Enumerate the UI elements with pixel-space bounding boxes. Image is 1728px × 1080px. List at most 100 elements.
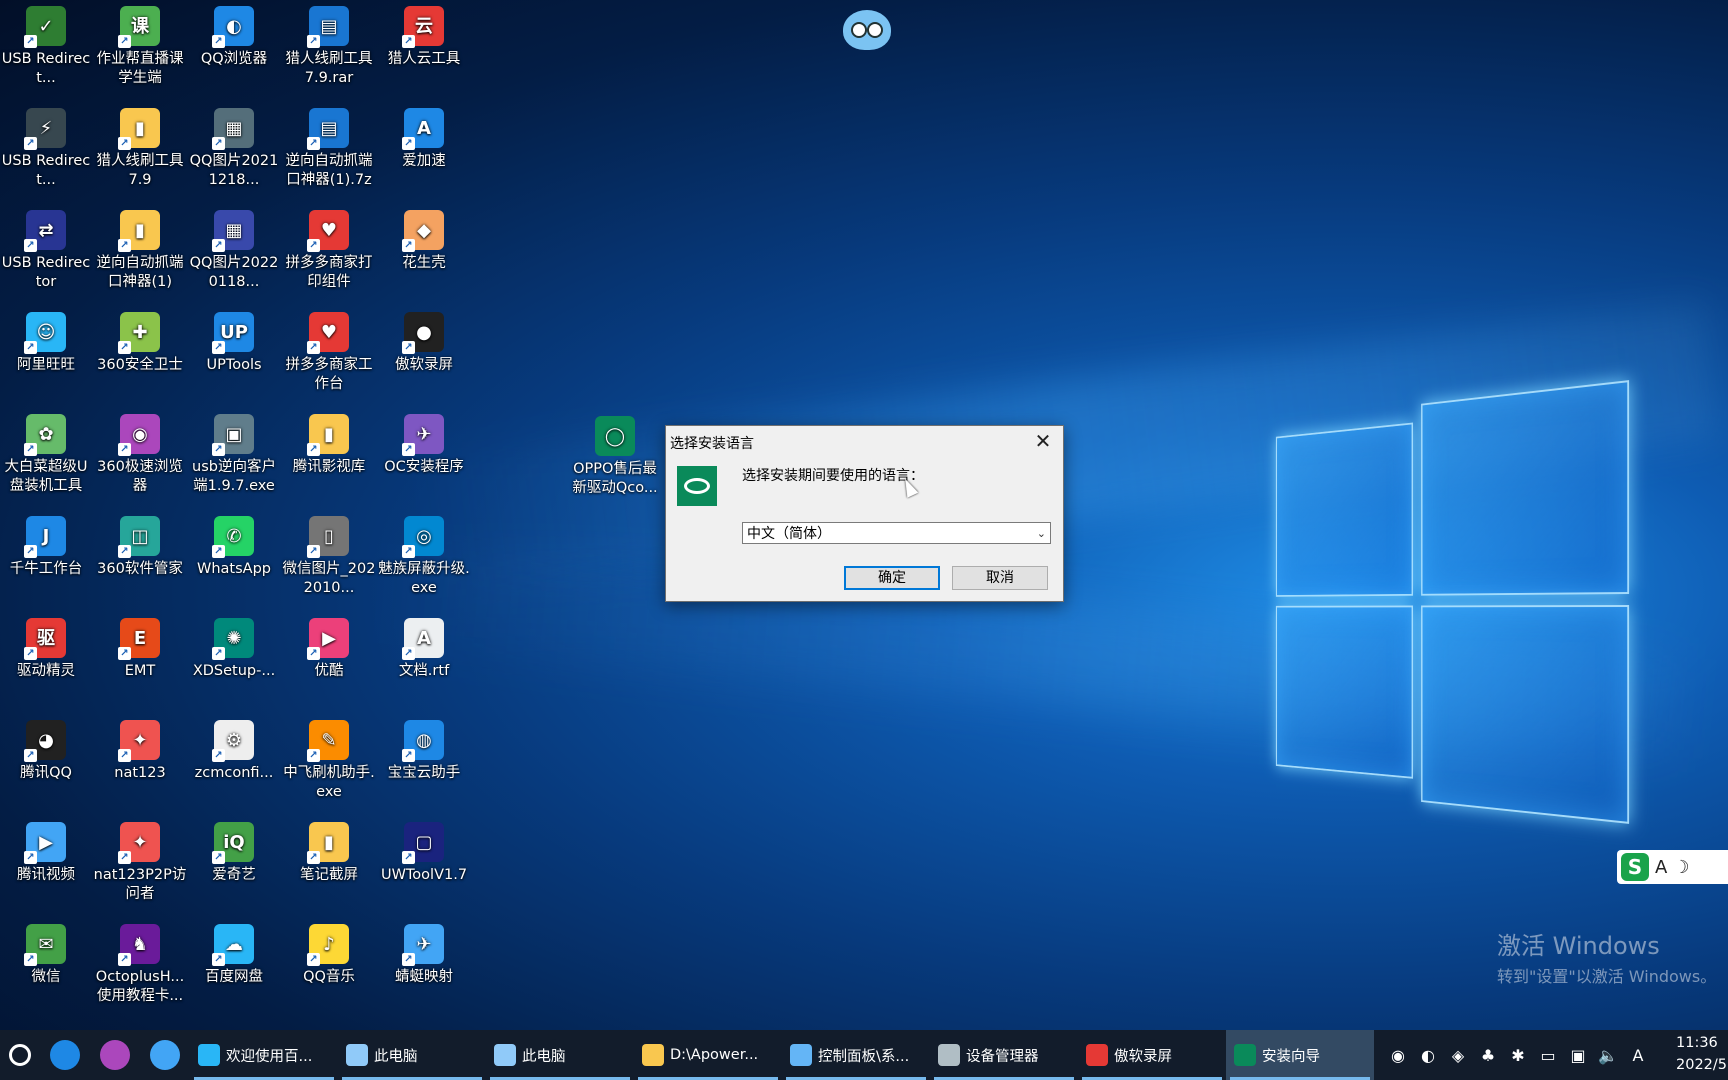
desktop-icon[interactable]: 课 ↗ 作业帮直播课学生端 xyxy=(93,2,187,88)
tray-icon[interactable]: 🔈 xyxy=(1598,1046,1618,1065)
tray-icon[interactable]: ♣ xyxy=(1478,1046,1498,1065)
desktop-icon[interactable]: ⚙ ↗ zcmconfi... xyxy=(187,716,281,783)
taskbar-window-button[interactable]: 欢迎使用百... xyxy=(190,1030,338,1080)
desktop-icon[interactable]: ▶ ↗ 优酷 xyxy=(282,614,376,681)
moon-icon[interactable]: ☽ xyxy=(1673,857,1689,878)
shortcut-arrow-icon: ↗ xyxy=(118,647,131,660)
tray-icon[interactable]: ▣ xyxy=(1568,1046,1588,1065)
desktop-icon-label: EMT xyxy=(124,663,156,679)
app-icon: ♥ ↗ xyxy=(307,312,349,354)
chevron-down-icon[interactable]: ⌄ xyxy=(1037,523,1046,545)
cancel-button[interactable]: 取消 xyxy=(952,566,1048,590)
desktop-icon[interactable]: ☁ ↗ 百度网盘 xyxy=(187,920,281,987)
desktop-icon[interactable]: iQ ↗ 爱奇艺 xyxy=(187,818,281,885)
tray-icon[interactable]: ◉ xyxy=(1388,1046,1408,1065)
desktop-icon[interactable]: ✎ ↗ 中飞刷机助手.exe xyxy=(282,716,376,802)
desktop-icon[interactable]: UP ↗ UPTools xyxy=(187,308,281,375)
tray-icon[interactable]: ✱ xyxy=(1508,1046,1528,1065)
taskbar-window-button[interactable]: 设备管理器 xyxy=(930,1030,1078,1080)
shortcut-arrow-icon: ↗ xyxy=(118,35,131,48)
desktop-icon[interactable]: 驱 ↗ 驱动精灵 xyxy=(0,614,93,681)
desktop-icon[interactable]: ✈ ↗ 蜻蜓映射 xyxy=(377,920,471,987)
desktop-icon[interactable]: ◎ ↗ 魅族屏蔽升级.exe xyxy=(377,512,471,598)
tray-icon[interactable]: ◈ xyxy=(1448,1046,1468,1065)
app-icon: A ↗ xyxy=(402,618,444,660)
desktop-icon[interactable]: E ↗ EMT xyxy=(93,614,187,681)
shortcut-arrow-icon: ↗ xyxy=(402,545,415,558)
desktop-icon[interactable]: ◍ ↗ 宝宝云助手 xyxy=(377,716,471,783)
desktop-icon-label: 猎人线刷工具7.9 xyxy=(96,153,184,188)
desktop-icon[interactable]: 云 ↗ 猎人云工具 xyxy=(377,2,471,69)
shortcut-arrow-icon: ↗ xyxy=(212,851,225,864)
desktop-icon[interactable]: ✚ ↗ 360安全卫士 xyxy=(93,308,187,375)
desktop-icon[interactable]: ▤ ↗ 猎人线刷工具7.9.rar xyxy=(282,2,376,88)
desktop-icon[interactable]: ♥ ↗ 拼多多商家打印组件 xyxy=(282,206,376,292)
desktop-icon[interactable]: ● ↗ 傲软录屏 xyxy=(377,308,471,375)
taskbar-window-button[interactable]: 控制面板\系... xyxy=(782,1030,930,1080)
desktop-icon-oppo-driver[interactable]: ◯ OPPO售后最新驱动Qco... xyxy=(568,412,662,498)
desktop-icon[interactable]: ◕ ↗ 腾讯QQ xyxy=(0,716,93,783)
desktop-icon[interactable]: ✆ ↗ WhatsApp xyxy=(187,512,281,579)
taskbar-window-label: D:\Apower... xyxy=(670,1047,759,1063)
desktop-icon[interactable]: ✿ ↗ 大白菜超级U盘装机工具 xyxy=(0,410,93,496)
desktop-icon[interactable]: ✈ ↗ OC安装程序 xyxy=(377,410,471,477)
desktop-icon[interactable]: ✦ ↗ nat123 xyxy=(93,716,187,783)
tray-icon[interactable]: ▭ xyxy=(1538,1046,1558,1065)
taskbar-window-button[interactable]: D:\Apower... xyxy=(634,1030,782,1080)
desktop-icon[interactable]: ▦ ↗ QQ图片20211218... xyxy=(187,104,281,190)
sogou-ime-icon[interactable]: S xyxy=(1621,853,1649,881)
desktop-icon[interactable]: ♪ ↗ QQ音乐 xyxy=(282,920,376,987)
desktop-icon[interactable]: ▮ ↗ 猎人线刷工具7.9 xyxy=(93,104,187,190)
desktop-icon[interactable]: ▤ ↗ 逆向自动抓端口神器(1).7z xyxy=(282,104,376,190)
desktop-icon-label: 逆向自动抓端口神器(1) xyxy=(96,255,184,290)
shortcut-arrow-icon: ↗ xyxy=(118,341,131,354)
ok-button[interactable]: 确定 xyxy=(844,566,940,590)
360-browser-icon[interactable] xyxy=(90,1030,140,1080)
desktop-icon[interactable]: ▶ ↗ 腾讯视频 xyxy=(0,818,93,885)
language-select[interactable]: 中文（简体） ⌄ xyxy=(742,522,1051,544)
desktop-icon[interactable]: ◫ ↗ 360软件管家 xyxy=(93,512,187,579)
tencent-video-icon[interactable] xyxy=(140,1030,190,1080)
app-icon: ⚙ ↗ xyxy=(212,720,254,762)
taskbar-window-button[interactable]: 此电脑 xyxy=(338,1030,486,1080)
desktop-icon[interactable]: A ↗ 文档.rtf xyxy=(377,614,471,681)
desktop-icon[interactable]: ◐ ↗ QQ浏览器 xyxy=(187,2,281,69)
taskbar: 欢迎使用百... 此电脑 此电脑 D:\Apower... 控制面板\系... 设备管理器… xyxy=(0,1030,1728,1080)
desktop-icon[interactable]: ▢ ↗ UWToolV1.7 xyxy=(377,818,471,885)
desktop-icon[interactable]: ▮ ↗ 逆向自动抓端口神器(1) xyxy=(93,206,187,292)
desktop-icon[interactable]: ☺ ↗ 阿里旺旺 xyxy=(0,308,93,375)
qq-browser-icon[interactable] xyxy=(40,1030,90,1080)
desktop-icon[interactable]: ⇄ ↗ USB Redirector xyxy=(0,206,93,292)
ime-toolbar[interactable]: S A ☽ xyxy=(1617,850,1728,884)
desktop-icon[interactable]: ▯ ↗ 微信图片_2022010... xyxy=(282,512,376,598)
taskbar-clock[interactable]: 11:36 2022/5 xyxy=(1676,1032,1728,1076)
desktop-icon[interactable]: ♥ ↗ 拼多多商家工作台 xyxy=(282,308,376,394)
tray-icon[interactable]: A xyxy=(1628,1046,1648,1065)
desktop-icon[interactable]: ▣ ↗ usb逆向客户端1.9.7.exe xyxy=(187,410,281,496)
app-icon: ✦ ↗ xyxy=(118,720,160,762)
desktop-icon[interactable]: J ↗ 千牛工作台 xyxy=(0,512,93,579)
desktop-icon[interactable]: ✺ ↗ XDSetup-... xyxy=(187,614,281,681)
desktop-icon[interactable]: ▦ ↗ QQ图片20220118... xyxy=(187,206,281,292)
desktop-icon[interactable]: ▮ ↗ 腾讯影视库 xyxy=(282,410,376,477)
taskbar-window-label: 此电脑 xyxy=(522,1048,566,1065)
taskbar-window-button[interactable]: 傲软录屏 xyxy=(1078,1030,1226,1080)
desktop-icon[interactable]: ⚡ ↗ USB Redirect... xyxy=(0,104,93,190)
desktop-icon[interactable]: ✉ ↗ 微信 xyxy=(0,920,93,987)
app-icon: ⇄ ↗ xyxy=(24,210,66,252)
taskbar-window-button[interactable]: 安装向导 xyxy=(1226,1030,1374,1080)
watermark-title: 激活 Windows xyxy=(1497,932,1660,960)
desktop-icon[interactable]: ✓ ↗ USB Redirect... xyxy=(0,2,93,88)
floating-mascot-icon[interactable] xyxy=(843,10,891,50)
tray-icon[interactable]: ◐ xyxy=(1418,1046,1438,1065)
desktop-icon[interactable]: ◉ ↗ 360极速浏览器 xyxy=(93,410,187,496)
ime-mode[interactable]: A xyxy=(1655,857,1667,878)
desktop-icon[interactable]: A ↗ 爱加速 xyxy=(377,104,471,171)
taskbar-window-button[interactable]: 此电脑 xyxy=(486,1030,634,1080)
desktop-icon[interactable]: ✦ ↗ nat123P2P访问者 xyxy=(93,818,187,904)
desktop-icon[interactable]: ◆ ↗ 花生壳 xyxy=(377,206,471,273)
desktop-icon[interactable]: ▮ ↗ 笔记截屏 xyxy=(282,818,376,885)
search-icon[interactable] xyxy=(0,1030,40,1080)
close-icon[interactable]: ✕ xyxy=(1023,426,1063,456)
desktop-icon[interactable]: ♞ ↗ OctoplusH...使用教程卡... xyxy=(93,920,187,1006)
